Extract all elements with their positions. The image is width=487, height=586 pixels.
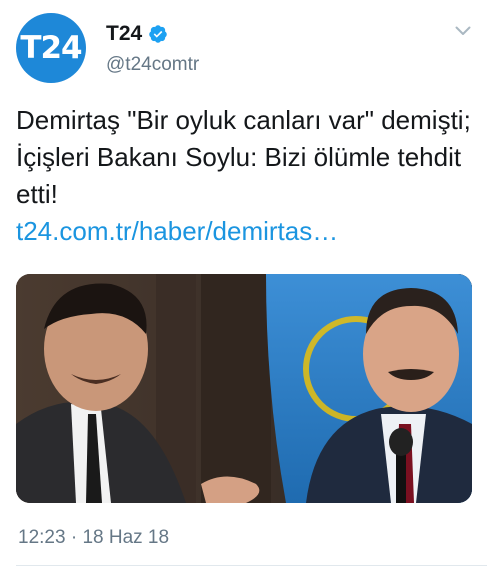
name-row: T24 xyxy=(106,22,168,46)
tweet-text: Demirtaş "Bir oyluk canları var" demişti… xyxy=(16,105,471,209)
photo-two-men-icon xyxy=(16,274,472,503)
tweet-link[interactable]: t24.com.tr/haber/demirtas… xyxy=(16,213,471,250)
avatar-logo-text: T24 xyxy=(20,30,82,66)
handle[interactable]: @t24comtr xyxy=(106,54,199,76)
tweet-card[interactable]: T24 T24 @t24comtr Demirtaş "Bir oyluk ca… xyxy=(0,0,487,586)
tweet-photo[interactable] xyxy=(16,274,472,503)
timestamp-separator: · xyxy=(70,527,78,548)
tweet-time: 12:23 xyxy=(18,527,66,548)
verified-badge-icon xyxy=(149,25,167,43)
divider xyxy=(16,565,487,566)
tweet-date: 18 Haz 18 xyxy=(82,527,170,548)
display-name[interactable]: T24 xyxy=(106,22,142,46)
tweet-body: Demirtaş "Bir oyluk canları var" demişti… xyxy=(16,102,471,250)
chevron-down-icon[interactable] xyxy=(455,26,471,36)
timestamp-row[interactable]: 12:23 · 18 Haz 18 xyxy=(18,527,169,549)
avatar[interactable]: T24 xyxy=(16,13,86,83)
